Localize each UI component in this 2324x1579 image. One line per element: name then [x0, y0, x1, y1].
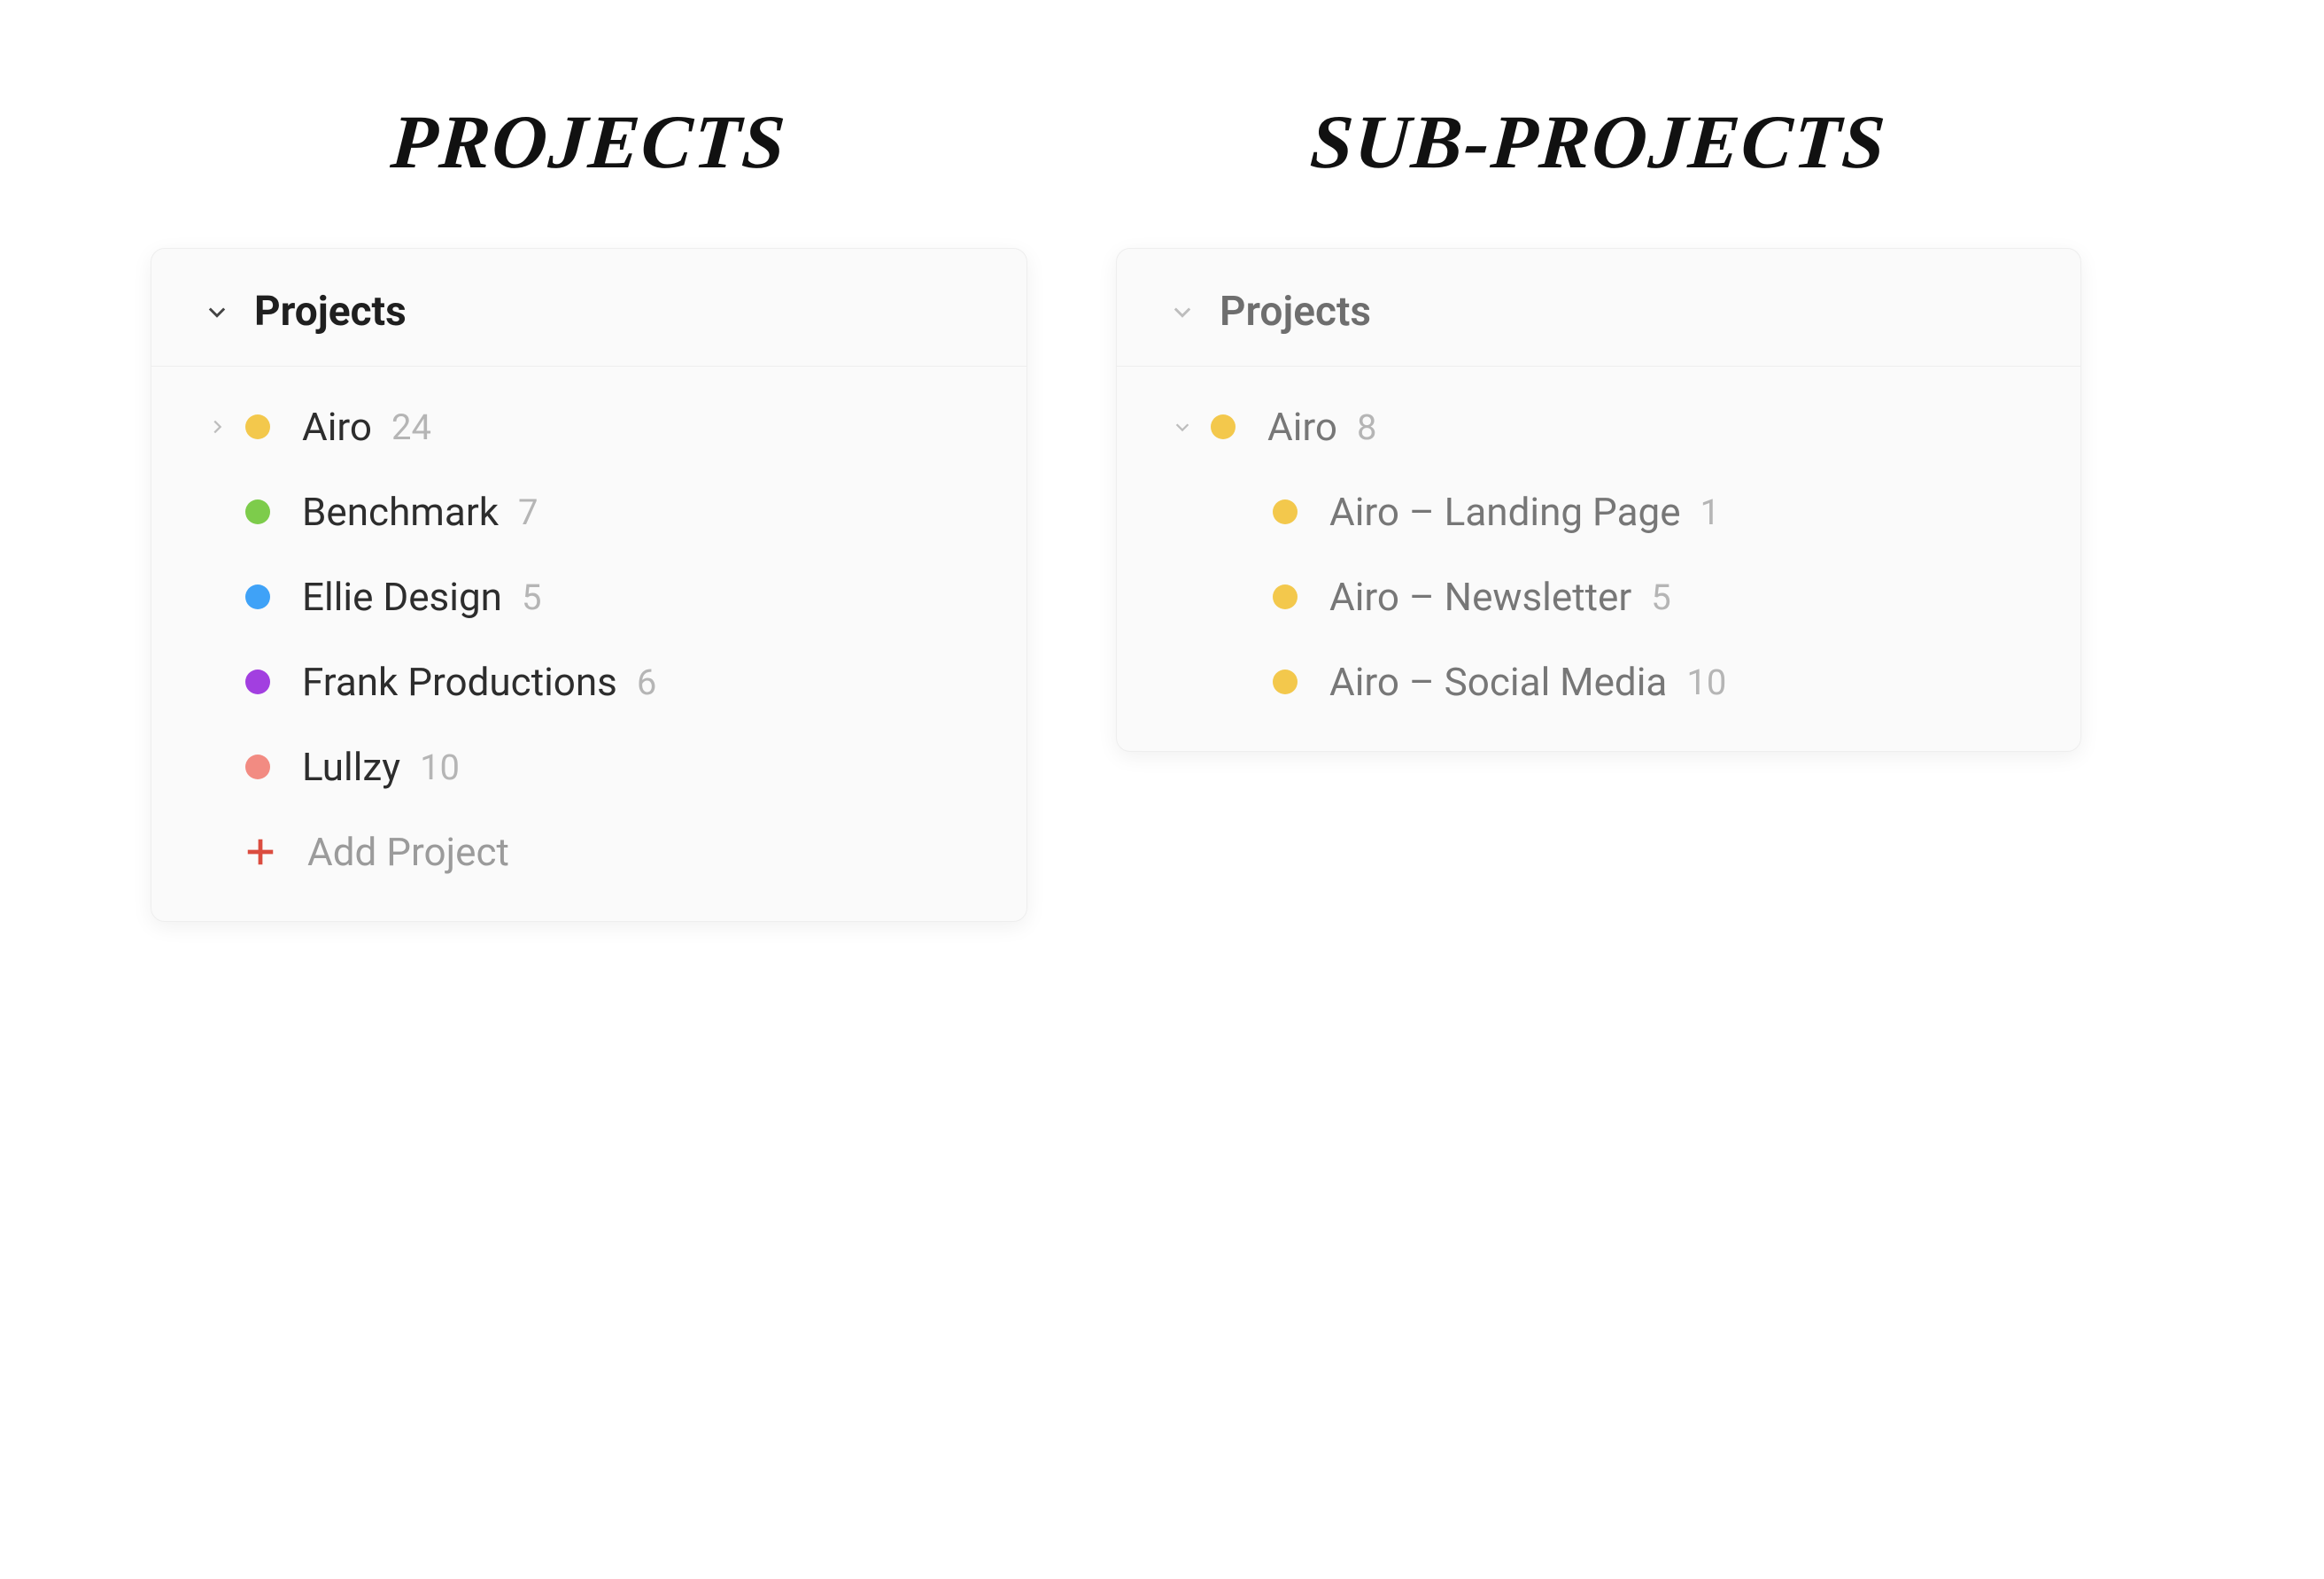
project-label: Ellie Design: [302, 574, 502, 620]
project-row[interactable]: Frank Productions 6: [151, 639, 1026, 724]
project-row[interactable]: Airo 24: [151, 384, 1026, 469]
subprojects-panel: Projects Airo 8 Airo – Landing Page 1: [1116, 248, 2081, 752]
color-dot-icon: [1273, 670, 1298, 694]
color-dot-icon: [245, 755, 270, 779]
subproject-count: 10: [1686, 662, 1726, 703]
color-dot-icon: [245, 670, 270, 694]
chevron-down-icon[interactable]: [1170, 414, 1195, 439]
project-label: Frank Productions: [302, 659, 617, 705]
project-count: 10: [420, 747, 460, 788]
projects-heading: PROJECTS: [148, 97, 1031, 186]
color-dot-icon: [1211, 414, 1236, 439]
chevron-down-icon: [205, 299, 229, 324]
project-count: 5: [522, 577, 541, 618]
chevron-down-icon: [1170, 299, 1195, 324]
color-dot-icon: [245, 499, 270, 524]
subproject-count: 1: [1700, 492, 1720, 533]
projects-panel: Projects Airo 24 Benchmark 7: [151, 248, 1027, 922]
project-label: Airo: [1267, 404, 1337, 450]
chevron-right-icon[interactable]: [205, 414, 229, 439]
subproject-row[interactable]: Airo – Landing Page 1: [1117, 469, 2080, 554]
color-dot-icon: [245, 414, 270, 439]
subproject-label: Airo – Landing Page: [1329, 489, 1681, 535]
project-label: Benchmark: [302, 489, 499, 535]
project-label: Lullzy: [302, 744, 400, 790]
project-row[interactable]: Ellie Design 5: [151, 554, 1026, 639]
subprojects-section-title: Projects: [1220, 288, 1371, 336]
project-count: 7: [518, 492, 538, 533]
subprojects-section-header[interactable]: Projects: [1117, 249, 2080, 367]
color-dot-icon: [1273, 499, 1298, 524]
project-count: 24: [391, 406, 431, 448]
add-project-label: Add Project: [307, 829, 509, 875]
project-count: 6: [637, 662, 656, 703]
subproject-count: 5: [1651, 577, 1670, 618]
subproject-label: Airo – Newsletter: [1329, 574, 1631, 620]
subproject-row[interactable]: Airo – Social Media 10: [1117, 639, 2080, 724]
project-row[interactable]: Lullzy 10: [151, 724, 1026, 809]
projects-section-header[interactable]: Projects: [151, 249, 1026, 367]
project-count: 8: [1357, 406, 1376, 448]
subproject-row[interactable]: Airo – Newsletter 5: [1117, 554, 2080, 639]
color-dot-icon: [1273, 584, 1298, 609]
plus-icon: [244, 835, 277, 869]
add-project-button[interactable]: Add Project: [151, 809, 1026, 894]
subprojects-heading: SUB-PROJECTS: [1113, 97, 2085, 186]
color-dot-icon: [245, 584, 270, 609]
project-label: Airo: [302, 404, 372, 450]
projects-section-title: Projects: [254, 288, 407, 336]
project-row[interactable]: Benchmark 7: [151, 469, 1026, 554]
parent-project-row[interactable]: Airo 8: [1117, 384, 2080, 469]
subproject-label: Airo – Social Media: [1329, 659, 1667, 705]
